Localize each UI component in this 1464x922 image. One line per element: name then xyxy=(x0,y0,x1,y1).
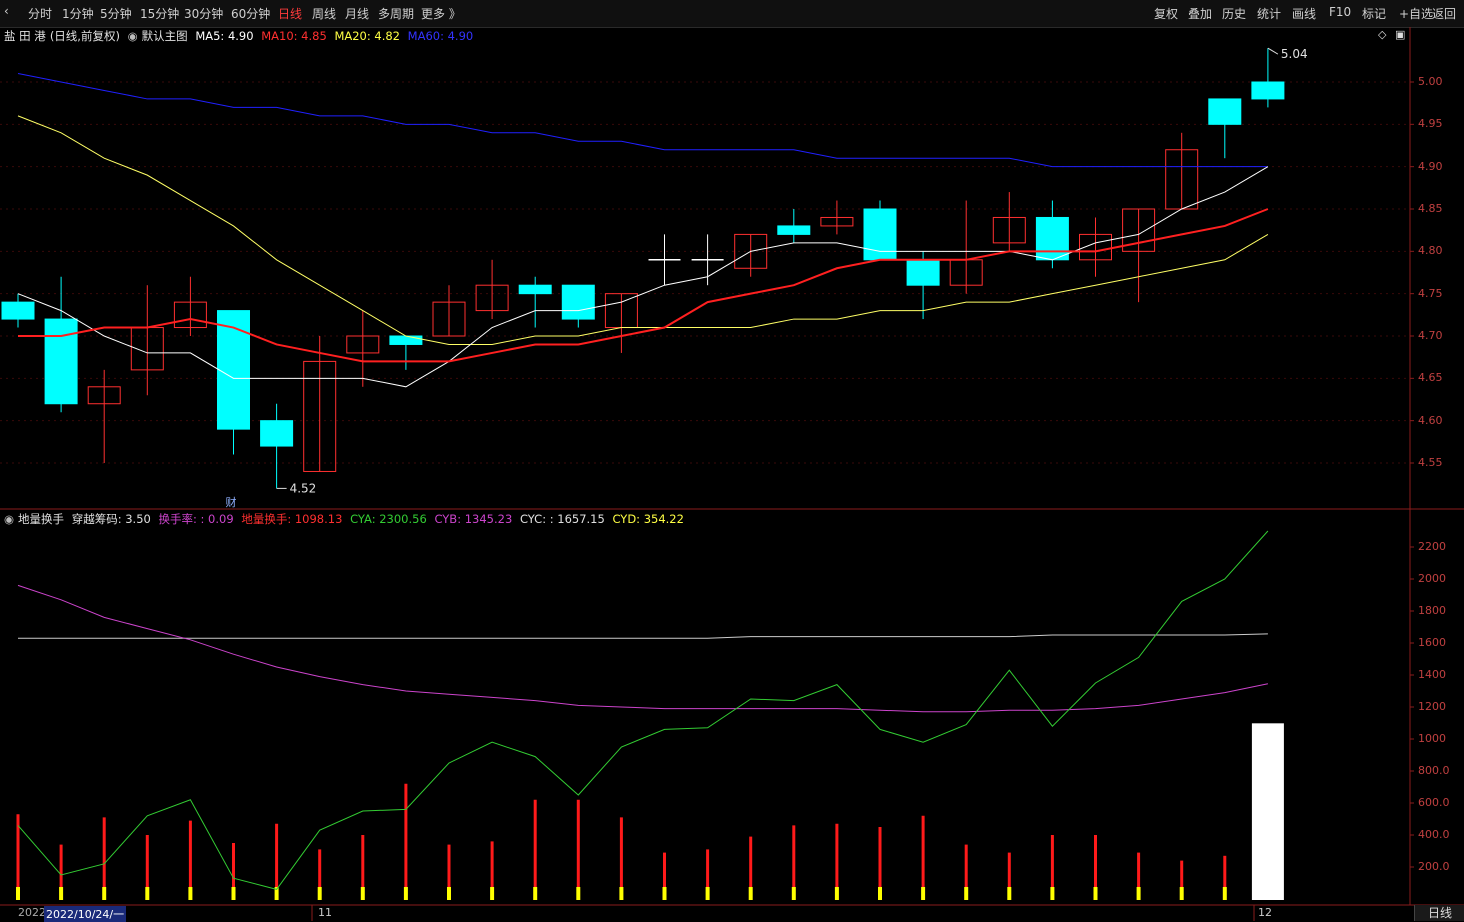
date-label-year: 2022 xyxy=(18,906,46,919)
kline-chart[interactable]: 5.04 4.52 财 xyxy=(0,0,1464,921)
high-pointer xyxy=(1267,47,1279,55)
candle-body xyxy=(1208,98,1242,125)
price-tick-label: 5.00 xyxy=(1418,75,1443,88)
date-label-cursor: 2022/10/24/一 xyxy=(44,906,127,922)
candle-body xyxy=(863,208,897,261)
finance-mark: 财 xyxy=(226,495,237,509)
indicator-tick-label: 2000 xyxy=(1418,572,1446,585)
indicator-tick-label: 200.0 xyxy=(1418,860,1450,873)
candle-body xyxy=(1035,216,1069,261)
bottom-period-tab[interactable]: 日线 xyxy=(1414,905,1464,921)
indicator-tick-label: 800.0 xyxy=(1418,764,1450,777)
ma10-line xyxy=(18,208,1269,363)
date-label-nov: 11 xyxy=(318,906,332,919)
candle-body xyxy=(260,420,294,447)
price-tick-label: 4.85 xyxy=(1418,202,1443,215)
indicator-tick-label: 400.0 xyxy=(1418,828,1450,841)
turnover-bar-highlight xyxy=(1251,723,1284,900)
ma60-line xyxy=(17,73,1268,168)
candle-body xyxy=(44,318,78,405)
indicator-tick-label: 1800 xyxy=(1418,604,1446,617)
cyb-line xyxy=(17,584,1269,713)
candle-body xyxy=(906,259,940,286)
indicator-tick-label: 1400 xyxy=(1418,668,1446,681)
price-tick-label: 4.55 xyxy=(1418,456,1443,469)
indicator-tick-label: 600.0 xyxy=(1418,796,1450,809)
price-tick-label: 4.70 xyxy=(1418,329,1443,342)
candle-body xyxy=(1251,81,1285,100)
cyc-line xyxy=(18,633,1268,639)
candle-body xyxy=(389,335,423,345)
ma20-line xyxy=(17,115,1269,345)
candle-body xyxy=(518,284,552,295)
candle-body xyxy=(777,225,811,235)
indicator-tick-label: 1000 xyxy=(1418,732,1446,745)
price-tick-label: 4.65 xyxy=(1418,371,1443,385)
cya-line xyxy=(17,530,1269,890)
indicator-tick-label: 1200 xyxy=(1418,700,1446,713)
price-tick-label: 4.75 xyxy=(1418,286,1443,300)
low-label: 4.52 xyxy=(290,481,317,495)
price-tick-label: 4.60 xyxy=(1418,413,1443,427)
indicator-tick-label: 1600 xyxy=(1418,636,1446,649)
indicator-tick-label: 2200 xyxy=(1418,540,1446,553)
date-label-dec: 12 xyxy=(1258,906,1272,919)
price-tick-label: 4.80 xyxy=(1418,244,1443,258)
candle-body xyxy=(561,284,595,320)
candle-body xyxy=(1,301,35,320)
price-tick-label: 4.90 xyxy=(1418,159,1443,173)
high-label: 5.04 xyxy=(1281,47,1308,61)
ma5-line xyxy=(17,166,1269,388)
price-tick-label: 4.95 xyxy=(1418,117,1443,131)
